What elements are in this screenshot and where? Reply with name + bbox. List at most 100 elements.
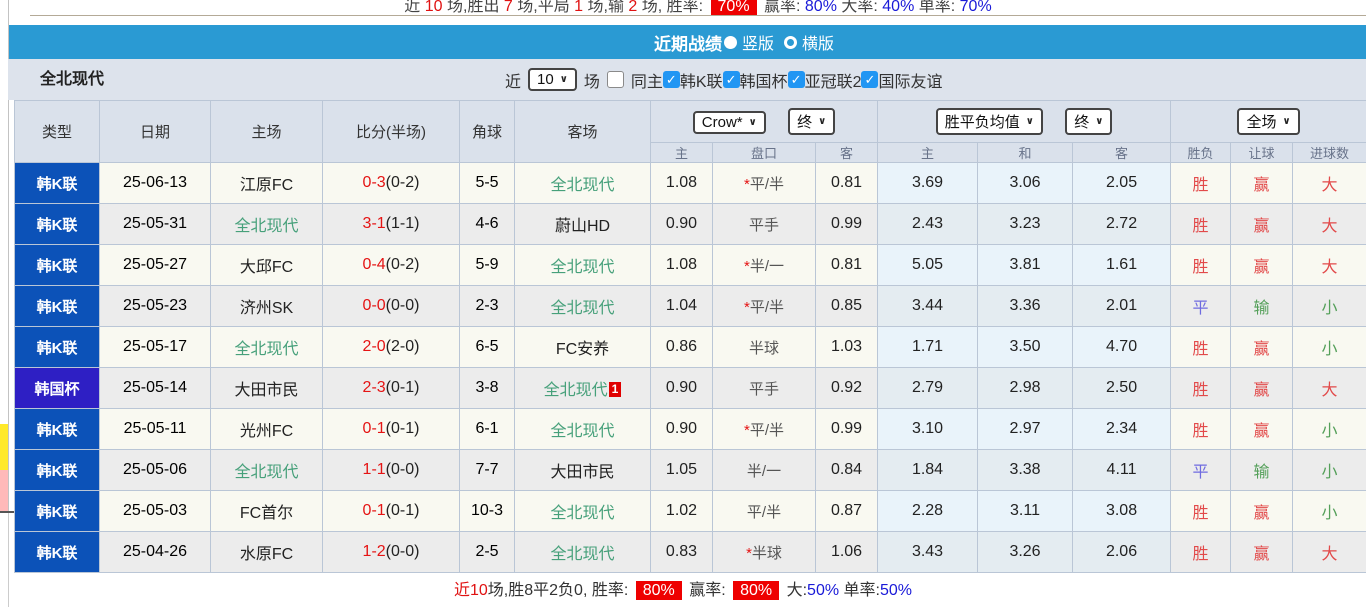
checkbox-friendly[interactable]: ✓ <box>861 71 878 88</box>
cell-away-team: FC安养 <box>515 327 651 368</box>
text-segment: 场, 胜率: <box>637 0 707 15</box>
checkbox-acl[interactable]: ✓ <box>788 71 805 88</box>
cell-result: 胜 <box>1171 532 1231 573</box>
sub-header-avg-draw: 和 <box>978 143 1073 163</box>
checkbox-kleague[interactable]: ✓ <box>663 71 680 88</box>
cell-handicap-result: 赢 <box>1231 491 1293 532</box>
checkbox-korea-cup[interactable]: ✓ <box>723 71 740 88</box>
cell-home-team: 全北现代 <box>211 204 323 245</box>
cell-goals-result: 小 <box>1293 491 1366 532</box>
same-home-checkbox[interactable] <box>607 71 624 88</box>
handicap-text: 半/一 <box>750 258 784 275</box>
table-row: 韩国杯25-05-14大田市民2-3(0-1)3-8全北现代10.90平手0.9… <box>15 368 1366 409</box>
sub-header-handicap: 盘口 <box>713 143 816 163</box>
cell-away-team: 全北现代 <box>515 245 651 286</box>
col-header-type: 类型 <box>15 101 100 163</box>
cell-handicap: 平/半 <box>713 491 816 532</box>
cell-home-team: 大邱FC <box>211 245 323 286</box>
cell-avg-away: 2.34 <box>1073 409 1171 450</box>
text-segment: 10 <box>425 0 443 15</box>
cell-goals-result: 大 <box>1293 368 1366 409</box>
cell-avg-draw: 3.06 <box>978 163 1073 204</box>
radio-vertical-layout[interactable] <box>724 36 737 49</box>
bookmaker-stage-select[interactable]: 终 ∨ <box>788 108 835 135</box>
cell-avg-draw: 3.81 <box>978 245 1073 286</box>
cell-score: 0-1(0-1) <box>323 409 460 450</box>
cell-handicap: 平手 <box>713 368 816 409</box>
cell-avg-away: 2.50 <box>1073 368 1171 409</box>
cell-avg-draw: 3.38 <box>978 450 1073 491</box>
friendly-label: 国际友谊 <box>878 68 942 92</box>
chevron-down-icon: ∨ <box>560 74 568 85</box>
handicap-text: 平/半 <box>750 299 784 316</box>
avg-stage-select[interactable]: 终 ∨ <box>1065 108 1112 135</box>
cell-goals-result: 大 <box>1293 245 1366 286</box>
spacer <box>0 16 1366 25</box>
radio-vertical-label[interactable]: 竖版 <box>742 30 774 54</box>
cell-avg-home: 1.71 <box>878 327 978 368</box>
cell-avg-draw: 3.26 <box>978 532 1073 573</box>
korea-cup-label: 韩国杯 <box>740 68 788 92</box>
cell-home-team: 水原FC <box>211 532 323 573</box>
cell-corners: 10-3 <box>460 491 515 532</box>
halftime-score: (0-0) <box>386 297 420 314</box>
table-row: 韩K联25-05-27大邱FC0-4(0-2)5-9全北现代1.08*半/一0.… <box>15 245 1366 286</box>
filter-controls: 近 10 ∨ 场 同主 ✓韩K联 ✓韩国杯 ✓亚冠联2 ✓国际友谊 <box>505 59 942 100</box>
text-segment: 7 <box>504 0 513 15</box>
text-segment: 40% <box>882 0 914 15</box>
cell-avg-home: 2.43 <box>878 204 978 245</box>
text-segment: 1 <box>574 0 583 15</box>
cell-date: 25-05-11 <box>100 409 211 450</box>
sub-header-crown-away: 客 <box>816 143 878 163</box>
scope-select[interactable]: 全场 ∨ <box>1237 108 1299 135</box>
overall-stats-text: 近 10 场,胜出 7 场,平局 1 场,输 2 场, 胜率: 70% 赢率: … <box>30 0 1366 16</box>
radio-horizontal-layout[interactable] <box>784 36 797 49</box>
cell-corners: 4-6 <box>460 204 515 245</box>
halftime-score: (0-0) <box>386 543 420 560</box>
cell-handicap-result: 赢 <box>1231 163 1293 204</box>
bookmaker-select[interactable]: Crow* ∨ <box>693 111 766 134</box>
table-row: 韩K联25-05-31全北现代3-1(1-1)4-6蔚山HD0.90平手0.99… <box>15 204 1366 245</box>
summary-bar: 近10场,胜8平2负0, 胜率: 80% 赢率: 80% 大:50% 单率:50… <box>0 573 1366 610</box>
avg-odds-select[interactable]: 胜平负均值 ∨ <box>936 108 1043 135</box>
cell-away-team: 蔚山HD <box>515 204 651 245</box>
cell-handicap-result: 赢 <box>1231 368 1293 409</box>
text-segment: 赢率: <box>685 582 730 599</box>
radio-horizontal-label[interactable]: 横版 <box>802 30 834 54</box>
table-row: 韩K联25-05-11光州FC0-1(0-1)6-1全北现代0.90*平/半0.… <box>15 409 1366 450</box>
cell-avg-home: 3.69 <box>878 163 978 204</box>
avg-odds-value: 胜平负均值 <box>945 111 1020 132</box>
cell-score: 0-4(0-2) <box>323 245 460 286</box>
halftime-score: (0-2) <box>386 174 420 191</box>
cell-goals-result: 小 <box>1293 327 1366 368</box>
acl-label: 亚冠联2 <box>805 68 862 92</box>
text-segment: 50% <box>880 582 912 599</box>
scope-group-header: 全场 ∨ <box>1171 101 1366 143</box>
cell-score: 0-3(0-2) <box>323 163 460 204</box>
cell-home-team: 全北现代 <box>211 450 323 491</box>
cell-league: 韩K联 <box>15 532 100 573</box>
cell-league: 韩K联 <box>15 245 100 286</box>
cell-score: 0-0(0-0) <box>323 286 460 327</box>
cell-avg-away: 2.05 <box>1073 163 1171 204</box>
cell-score: 2-0(2-0) <box>323 327 460 368</box>
cell-avg-away: 2.06 <box>1073 532 1171 573</box>
cell-home-team: FC首尔 <box>211 491 323 532</box>
odds-group-header: Crow* ∨ 终 ∨ <box>651 101 878 143</box>
cell-crown-away-odds: 0.84 <box>816 450 878 491</box>
away-team-name: 全北现代 <box>550 423 614 440</box>
cell-crown-away-odds: 1.06 <box>816 532 878 573</box>
sub-header-handicap-result: 让球 <box>1231 143 1293 163</box>
cell-corners: 7-7 <box>460 450 515 491</box>
sub-header-avg-home: 主 <box>878 143 978 163</box>
filter-bar: 全北现代 近 10 ∨ 场 同主 ✓韩K联 ✓韩国杯 ✓亚冠联2 ✓国际友谊 <box>8 59 1366 100</box>
left-pink-stripe <box>0 470 8 512</box>
cell-date: 25-06-13 <box>100 163 211 204</box>
cell-date: 25-05-27 <box>100 245 211 286</box>
away-team-name: 全北现代 <box>550 546 614 563</box>
cell-home-team: 江原FC <box>211 163 323 204</box>
match-count-select[interactable]: 10 ∨ <box>528 68 577 91</box>
halftime-score: (0-2) <box>386 256 420 273</box>
cell-crown-home-odds: 0.83 <box>651 532 713 573</box>
cell-avg-away: 4.11 <box>1073 450 1171 491</box>
